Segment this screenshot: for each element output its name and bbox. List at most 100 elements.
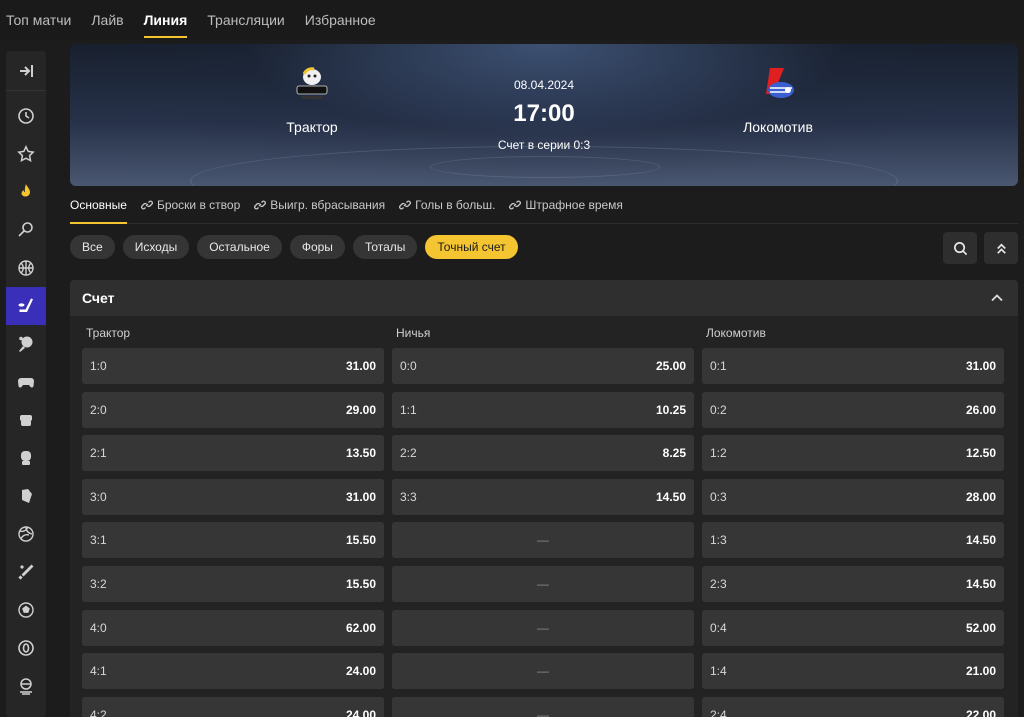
sidebar-item-other[interactable] (6, 667, 46, 705)
odd-cell[interactable]: 1:0 31.00 (82, 348, 384, 384)
odd-cell[interactable]: 1:1 10.25 (392, 391, 694, 428)
sidebar-item-volleyball[interactable] (6, 515, 46, 553)
odd-cell[interactable]: 0:0 25.00 (392, 348, 694, 384)
rink-circle-decoration (430, 156, 660, 178)
market-tab-penalty-time[interactable]: Штрафное время (509, 186, 623, 224)
odd-cell[interactable]: 1:4 21.00 (702, 653, 1004, 690)
odd-cell[interactable]: 2:1 13.50 (82, 435, 384, 472)
sidebar-item-rugby[interactable] (6, 629, 46, 667)
market-tab-faceoffs[interactable]: Выигр. вбрасывания (254, 186, 385, 224)
odd-cell[interactable]: 3:2 15.50 (82, 565, 384, 602)
top-navigation: Топ матчи Лайв Линия Трансляции Избранно… (0, 0, 1024, 40)
sidebar-item-favorites[interactable] (6, 135, 46, 173)
search-sport-icon (18, 222, 33, 237)
empty-dash: — (537, 533, 549, 548)
home-team: Трактор (242, 64, 382, 135)
score-label: 0:1 (710, 359, 727, 373)
filter-totals[interactable]: Тоталы (352, 235, 418, 259)
sidebar-item-hockey[interactable] (6, 287, 46, 325)
collapse-sidebar-button[interactable] (6, 51, 46, 91)
tab-broadcasts[interactable]: Трансляции (207, 0, 284, 40)
link-icon (509, 200, 522, 209)
sidebar-item-boxing[interactable] (6, 439, 46, 477)
score-label: 1:1 (400, 402, 417, 417)
odd-cell[interactable]: 3:1 15.50 (82, 522, 384, 559)
sidebar-item-table-tennis[interactable] (6, 325, 46, 363)
tab-live[interactable]: Лайв (91, 0, 123, 40)
link-icon (254, 200, 267, 209)
score-label: 2:1 (90, 446, 107, 461)
column-title: Ничья (396, 326, 431, 340)
score-label: 1:0 (90, 359, 107, 373)
odd-cell[interactable]: 3:0 31.00 (82, 478, 384, 515)
exact-score-market: Счет Трактор 1:0 31.00 2:0 29.00 2:1 13.50 3:0 3… (70, 280, 1018, 717)
link-icon (399, 200, 412, 209)
odd-cell[interactable]: 1:3 14.50 (702, 522, 1004, 559)
score-label: 4:2 (90, 707, 107, 717)
filter-outcomes[interactable]: Исходы (122, 235, 190, 259)
sidebar-item-esports[interactable] (6, 363, 46, 401)
odd-cell[interactable]: 2:3 14.50 (702, 565, 1004, 602)
filter-all[interactable]: Все (70, 235, 115, 259)
odd-price: 31.00 (965, 359, 996, 373)
fist-icon (20, 415, 32, 426)
odd-price: 21.00 (965, 664, 996, 679)
filter-handicaps[interactable]: Форы (289, 235, 345, 259)
match-info: 08.04.2024 17:00 Счет в серии 0:3 (444, 78, 644, 152)
filter-exact-score[interactable]: Точный счет (425, 235, 518, 259)
odd-price: 15.50 (345, 576, 376, 591)
score-label: 3:1 (90, 533, 107, 548)
market-tabs: Основные Броски в створ Выигр. вбрасыван… (70, 186, 1018, 224)
score-label: 0:0 (400, 359, 417, 373)
score-label: 4:1 (90, 664, 107, 679)
score-label: 1:3 (710, 533, 727, 548)
sidebar-item-mma[interactable] (6, 477, 46, 515)
market-tab-powerplay-goals[interactable]: Голы в больш. (399, 186, 495, 224)
odd-cell[interactable]: 3:3 14.50 (392, 478, 694, 515)
odd-price: 29.00 (345, 402, 376, 417)
odd-cell[interactable]: 0:4 52.00 (702, 609, 1004, 646)
market-tab-shots[interactable]: Броски в створ (140, 186, 240, 224)
tab-top-matches[interactable]: Топ матчи (6, 0, 71, 40)
sidebar-item-football[interactable] (6, 591, 46, 629)
odd-cell[interactable]: 4:0 62.00 (82, 609, 384, 646)
search-markets-button[interactable] (943, 232, 977, 264)
score-label: 0:4 (710, 620, 727, 635)
odd-cell[interactable]: 0:1 31.00 (702, 348, 1004, 384)
sidebar-item-fighting[interactable] (6, 401, 46, 439)
sidebar-item-baseball[interactable] (6, 553, 46, 591)
odd-cell[interactable]: 0:3 28.00 (702, 478, 1004, 515)
fire-icon (21, 184, 30, 197)
sidebar-item-recent[interactable] (6, 97, 46, 135)
market-tab-main[interactable]: Основные (70, 186, 127, 224)
odd-cell[interactable]: 4:1 24.00 (82, 653, 384, 690)
odd-cell[interactable]: 2:2 8.25 (392, 435, 694, 472)
odd-cell[interactable]: 2:4 22.00 (702, 696, 1004, 717)
sidebar-item-basketball[interactable] (6, 249, 46, 287)
gamepad-icon (18, 378, 34, 388)
sidebar-item-search[interactable] (6, 211, 46, 249)
filter-other[interactable]: Остальное (197, 235, 282, 259)
series-score: Счет в серии 0:3 (497, 138, 591, 152)
market-header[interactable]: Счет (70, 280, 1018, 316)
basketball-icon (18, 260, 34, 276)
odd-cell[interactable]: 0:2 26.00 (702, 391, 1004, 428)
match-time: 17:00 (513, 100, 575, 127)
odds-columns: Трактор 1:0 31.00 2:0 29.00 2:1 13.50 3:0 31.00 3… (70, 326, 1018, 717)
odd-price: 14.50 (965, 533, 996, 548)
tab-line[interactable]: Линия (143, 0, 187, 40)
esports-icon (20, 678, 32, 695)
match-date: 08.04.2024 (513, 78, 575, 92)
collapse-all-button[interactable] (984, 232, 1018, 264)
column-title: Трактор (86, 326, 131, 340)
traktor-logo-icon (296, 67, 328, 99)
odd-cell[interactable]: 2:0 29.00 (82, 391, 384, 428)
odd-cell[interactable]: 4:2 24.00 (82, 696, 384, 717)
collapse-sidebar-icon (20, 64, 33, 77)
sidebar-item-popular[interactable] (6, 173, 46, 211)
tab-favorites[interactable]: Избранное (305, 0, 376, 40)
odd-cell[interactable]: 1:2 12.50 (702, 435, 1004, 472)
score-label: 2:3 (710, 576, 727, 591)
chevron-up-icon[interactable] (990, 291, 1004, 305)
odd-price: 10.25 (655, 402, 686, 417)
